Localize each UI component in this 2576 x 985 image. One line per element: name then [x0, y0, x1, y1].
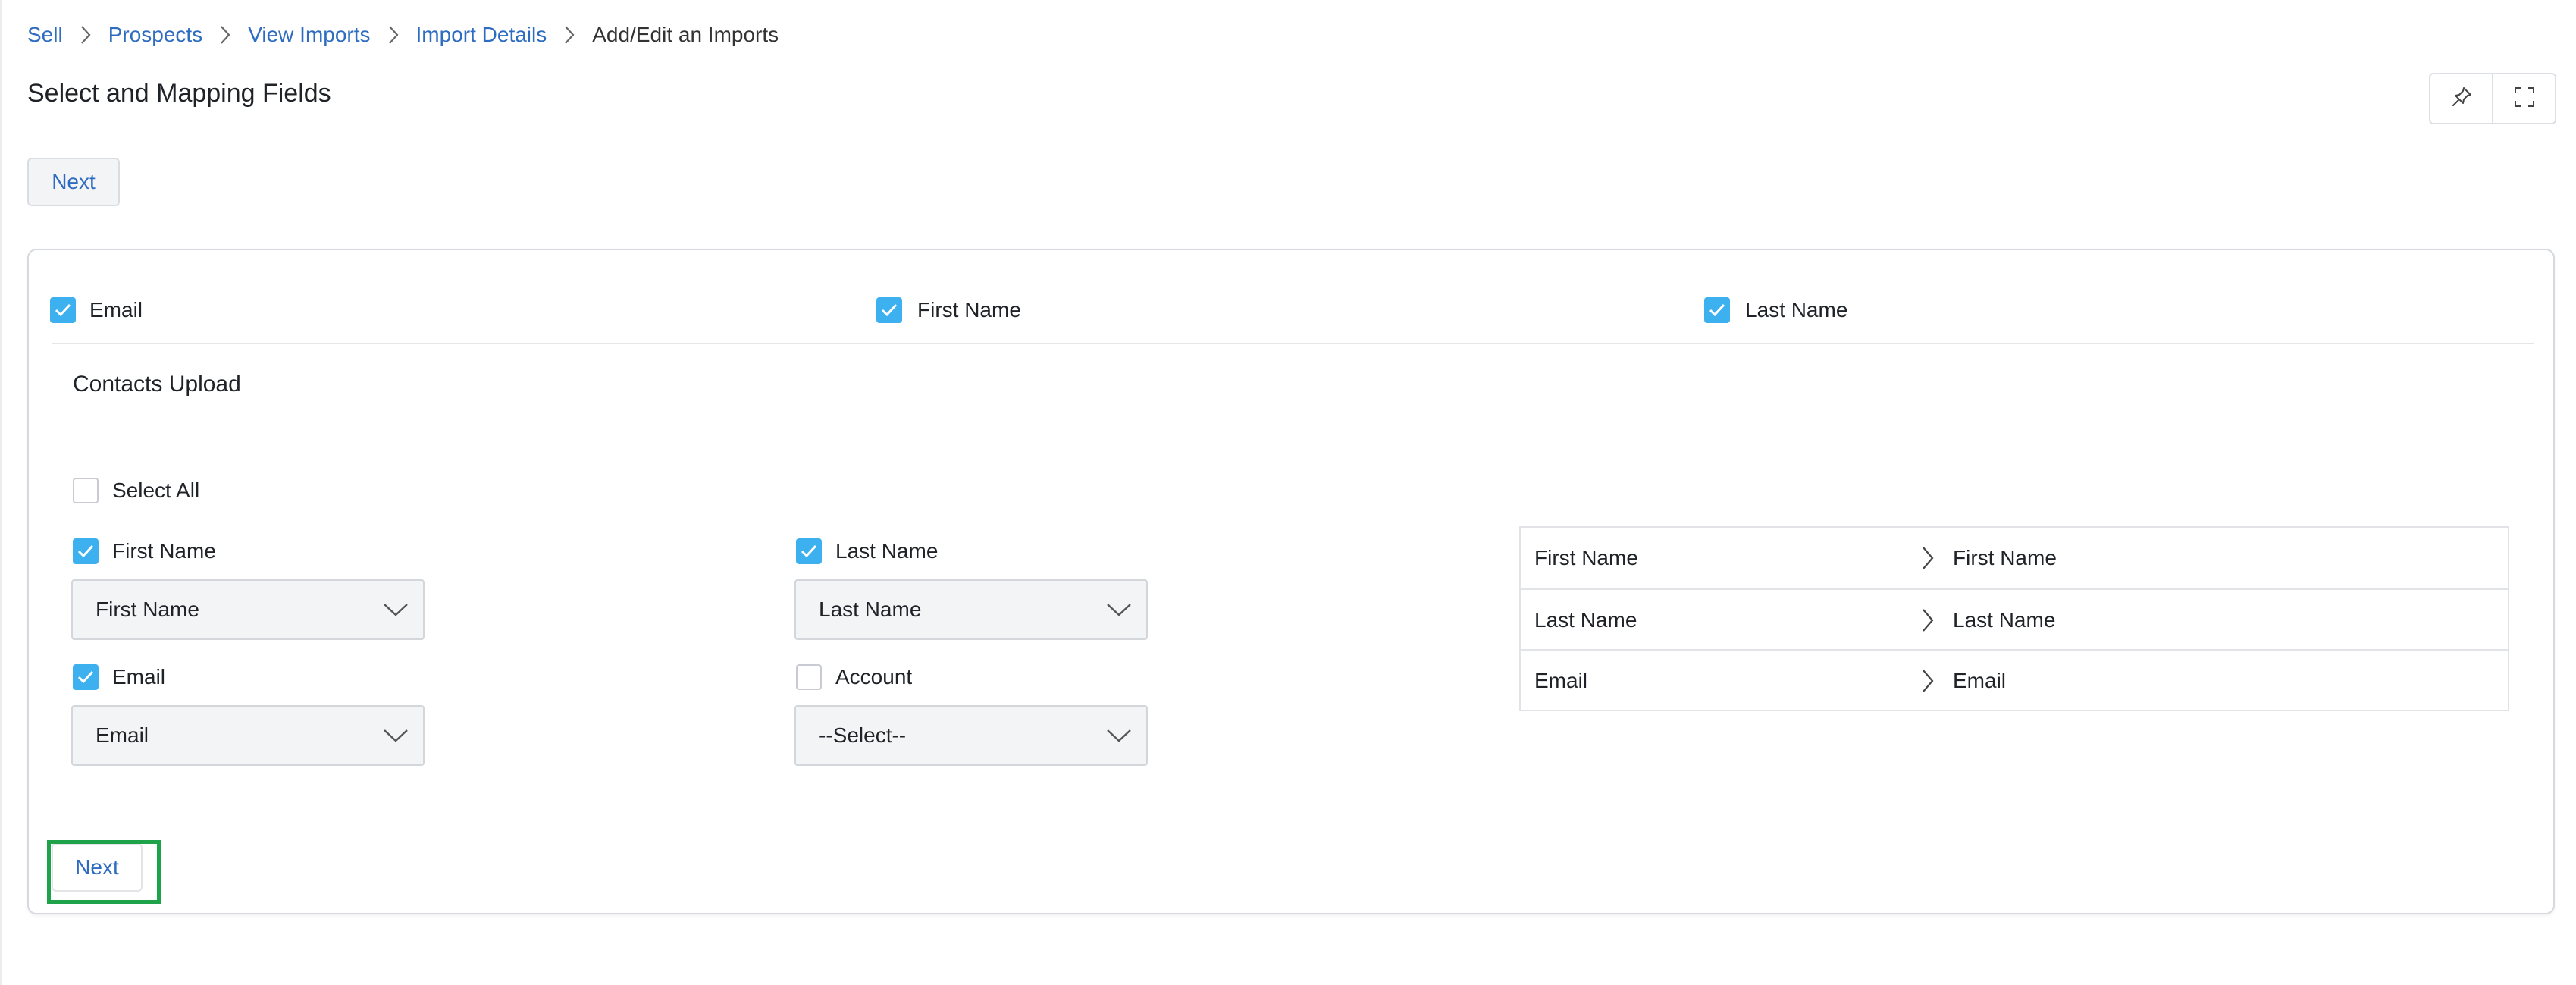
- mapping-target: Email: [1953, 669, 2007, 692]
- checkbox-last-name[interactable]: [796, 538, 822, 564]
- field-email-label: Email: [112, 665, 166, 689]
- select-all-label: Select All: [112, 478, 200, 502]
- check-icon: [77, 544, 94, 558]
- select-value: Last Name: [819, 598, 922, 621]
- breadcrumb-view-imports[interactable]: View Imports: [248, 23, 370, 47]
- mapping-row: Email Email: [1521, 649, 2508, 711]
- breadcrumb: Sell Prospects View Imports Import Detai…: [27, 20, 779, 50]
- chevron-down-icon: [1105, 723, 1133, 748]
- field-first-name-label: First Name: [112, 539, 216, 563]
- mapping-target: Last Name: [1953, 608, 2056, 632]
- breadcrumb-current: Add/Edit an Imports: [592, 23, 779, 46]
- page-title: Select and Mapping Fields: [27, 79, 331, 108]
- chevron-right-icon: [1918, 605, 1938, 635]
- mapping-target: First Name: [1953, 546, 2057, 569]
- checkbox-email-column[interactable]: [50, 297, 76, 323]
- left-border: [0, 0, 2, 985]
- divider: [52, 343, 2534, 344]
- fullscreen-button[interactable]: [2492, 74, 2555, 123]
- account-mapping-select[interactable]: --Select--: [794, 705, 1148, 766]
- last-name-mapping-select[interactable]: Last Name: [794, 579, 1148, 640]
- chevron-right-icon: [63, 20, 108, 50]
- column-first-name-label: First Name: [917, 298, 1021, 322]
- chevron-right-icon: [1918, 666, 1938, 696]
- next-button-top[interactable]: Next: [27, 158, 120, 206]
- select-value: First Name: [96, 598, 199, 621]
- chevron-right-icon: [371, 20, 416, 50]
- chevron-down-icon: [382, 598, 409, 622]
- mapping-source: Email: [1534, 669, 1588, 692]
- breadcrumb-prospects[interactable]: Prospects: [108, 23, 203, 47]
- checkbox-account[interactable]: [796, 664, 822, 690]
- email-mapping-select[interactable]: Email: [71, 705, 425, 766]
- first-name-mapping-select[interactable]: First Name: [71, 579, 425, 640]
- field-last-name-label: Last Name: [835, 539, 939, 563]
- select-all-checkbox[interactable]: [73, 478, 99, 503]
- checkbox-last-name-column[interactable]: [1704, 297, 1730, 323]
- chevron-down-icon: [382, 723, 409, 748]
- check-icon: [801, 544, 817, 558]
- check-icon: [881, 303, 898, 317]
- check-icon: [77, 670, 94, 684]
- mapping-row: First Name First Name: [1521, 528, 2508, 588]
- column-last-name-label: Last Name: [1745, 298, 1848, 322]
- mapping-source: First Name: [1534, 546, 1638, 569]
- mapping-row: Last Name Last Name: [1521, 588, 2508, 651]
- checkbox-first-name-column[interactable]: [876, 297, 902, 323]
- mapping-summary-table: First Name First Name Last Name Last Nam…: [1519, 526, 2509, 711]
- breadcrumb-sell[interactable]: Sell: [27, 23, 63, 47]
- select-value: --Select--: [819, 723, 907, 747]
- highlight-box: [47, 840, 161, 904]
- check-icon: [1709, 303, 1725, 317]
- chevron-right-icon: [202, 20, 248, 50]
- checkbox-email[interactable]: [73, 664, 99, 690]
- check-icon: [55, 303, 71, 317]
- chevron-right-icon: [1918, 543, 1938, 573]
- chevron-down-icon: [1105, 598, 1133, 622]
- mapping-source: Last Name: [1534, 608, 1637, 632]
- pin-icon: [2449, 85, 2474, 113]
- breadcrumb-import-details[interactable]: Import Details: [416, 23, 547, 47]
- view-toolbar: [2429, 73, 2556, 124]
- field-account-label: Account: [835, 665, 913, 689]
- chevron-right-icon: [547, 20, 592, 50]
- column-email-label: Email: [89, 298, 143, 322]
- select-value: Email: [96, 723, 149, 747]
- checkbox-first-name[interactable]: [73, 538, 99, 564]
- section-title: Contacts Upload: [73, 372, 241, 397]
- fullscreen-icon: [2513, 86, 2536, 112]
- pin-button[interactable]: [2430, 74, 2492, 123]
